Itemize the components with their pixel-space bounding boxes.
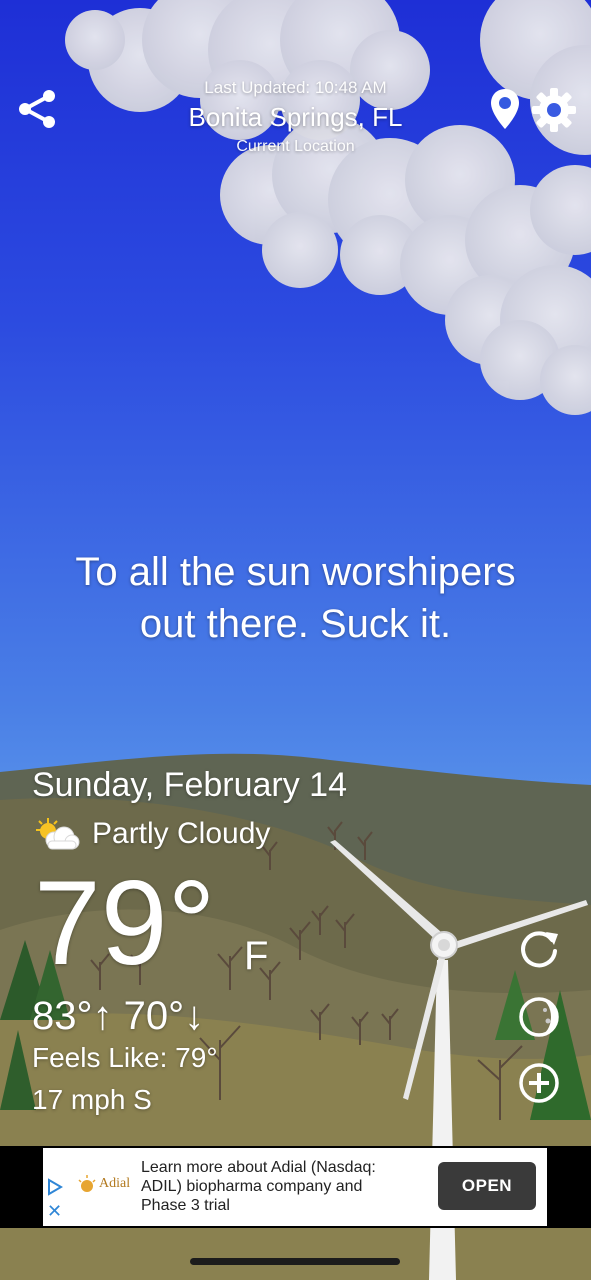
current-temperature: 79° [34,856,216,990]
temperature-unit[interactable]: F [244,934,268,979]
condition-row: Partly Cloudy [32,814,270,854]
home-indicator[interactable] [190,1258,400,1265]
feels-like-text: Feels Like: 79° [32,1042,218,1073]
add-location-button[interactable] [514,1058,564,1108]
moon-phase-button[interactable] [514,992,564,1042]
partly-cloudy-icon [36,818,80,850]
high-low-temperature: 83°↑ 70°↓ [32,994,205,1038]
date-text: Sunday, February 14 [32,766,347,804]
location-button[interactable] [486,86,524,132]
gear-icon [532,88,576,132]
ad-banner[interactable]: ✕ Adial Learn more about Adial (Nasdaq: … [43,1148,547,1226]
wind-text: 17 mph S [32,1084,152,1115]
ad-choices-icon[interactable] [47,1178,63,1201]
condition-text: Partly Cloudy [92,817,271,850]
quote-line-2: out there. Suck it. [139,602,452,646]
ad-text: Learn more about Adial (Nasdaq: ADIL) bi… [141,1159,376,1214]
ad-brand-name: Adial [99,1176,131,1191]
weather-quote: To all the sun worshipers out there. Suc… [30,546,561,650]
moon-phase-icon [519,997,559,1037]
weather-screen: Last Updated: 10:48 AM Bonita Springs, F… [0,0,591,1280]
ad-logo: Adial [77,1174,130,1194]
ad-open-button[interactable]: OPEN [438,1162,536,1210]
refresh-button[interactable] [514,924,564,974]
adial-sun-icon [78,1175,96,1192]
location-pin-icon [491,89,519,129]
quote-line-1: To all the sun worshipers [75,550,516,594]
plus-circle-icon [519,1063,559,1103]
settings-button[interactable] [530,86,578,134]
ad-close-icon[interactable]: ✕ [47,1202,62,1220]
refresh-icon [521,931,558,968]
current-location-label: Current Location [236,138,355,155]
